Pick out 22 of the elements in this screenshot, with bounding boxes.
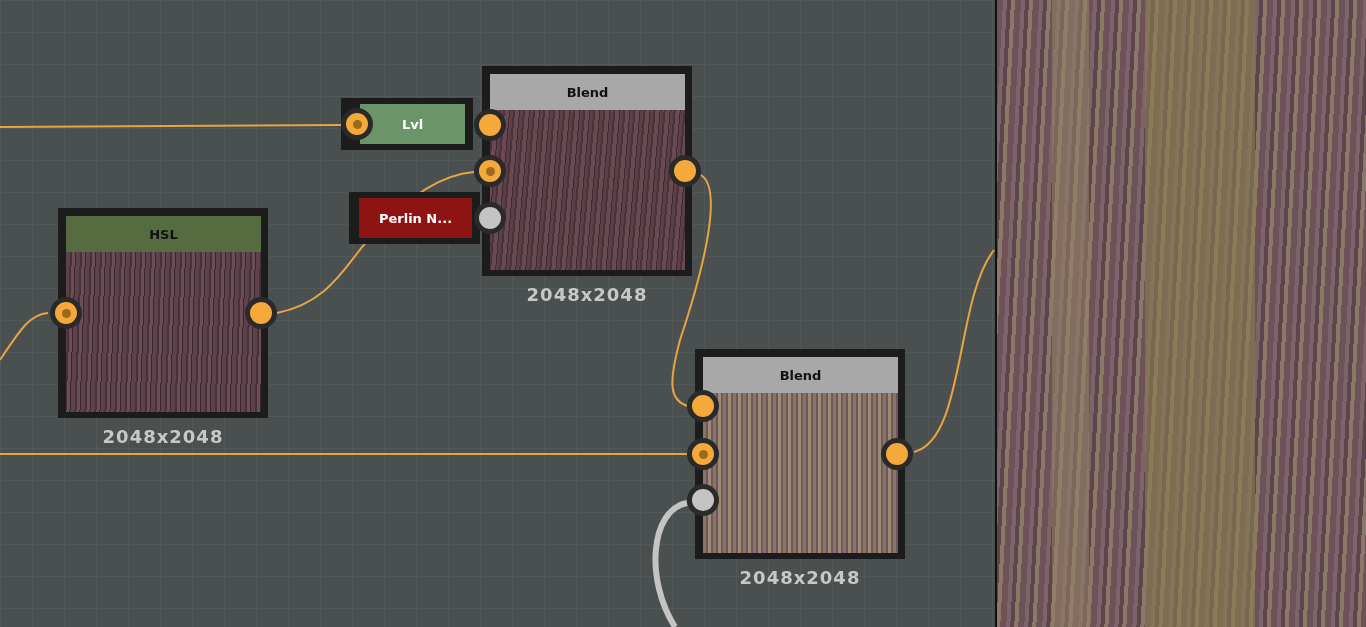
connector-port[interactable] [341,108,373,140]
connector-port[interactable] [474,155,506,187]
resolution-label: 2048x2048 [526,284,648,305]
node-title: Lvl [360,104,465,144]
graph-node[interactable]: Perlin N... [349,192,480,244]
node-title: Perlin N... [359,198,472,238]
connector-port[interactable] [687,438,719,470]
connector-port[interactable] [245,297,277,329]
graph-node[interactable]: Blend [482,66,692,276]
wire [0,312,49,361]
node-title: Blend [703,357,898,393]
connector-port[interactable] [50,297,82,329]
connector-port[interactable] [881,438,913,470]
connector-port[interactable] [669,155,701,187]
connector-port[interactable] [687,390,719,422]
resolution-label: 2048x2048 [102,426,224,447]
node-title: HSL [66,216,261,252]
connector-port[interactable] [474,109,506,141]
node-title: Blend [490,74,685,110]
resolution-label: 2048x2048 [739,567,861,588]
connector-port[interactable] [687,484,719,516]
graph-node[interactable]: Blend [695,349,905,559]
